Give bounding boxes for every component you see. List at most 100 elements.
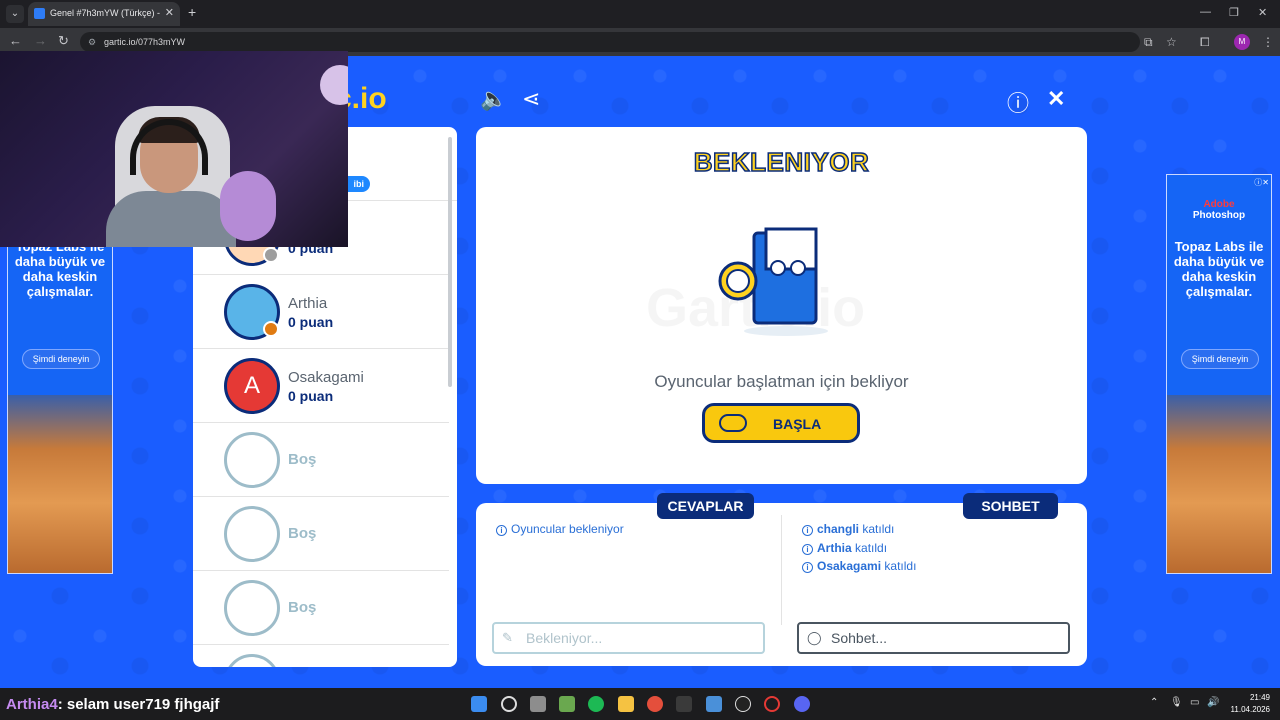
task-view-icon[interactable]	[530, 696, 546, 712]
answer-input[interactable]: ✎ Bekleniyor...	[492, 622, 765, 654]
opera-icon[interactable]	[764, 696, 780, 712]
spotify-icon[interactable]	[588, 696, 604, 712]
browser-menu-icon[interactable]: ⋮	[1262, 35, 1274, 49]
empty-avatar-icon	[224, 654, 280, 667]
pencil-icon: ✎	[502, 630, 513, 645]
minimize-icon[interactable]: —	[1200, 6, 1211, 18]
empty-avatar-icon	[224, 432, 280, 488]
ad-cta-button[interactable]: Şimdi deneyin	[1181, 349, 1259, 369]
chat-event-user: Arthia	[817, 541, 852, 555]
chat-event-action: katıldı	[884, 559, 917, 573]
new-tab-button[interactable]: +	[188, 4, 196, 20]
players-scrollbar[interactable]	[448, 137, 452, 387]
plush-toy	[220, 171, 276, 241]
start-button[interactable]: BAŞLA	[702, 403, 860, 443]
player-row[interactable]: Arthia 0 puan	[193, 275, 449, 349]
network-icon[interactable]: ▭	[1190, 697, 1199, 708]
sound-icon[interactable]: 🔈	[480, 86, 507, 112]
store-icon[interactable]	[559, 696, 575, 712]
forward-icon[interactable]: →	[34, 33, 47, 48]
player-avatar: A	[224, 358, 280, 414]
chrome-icon[interactable]	[647, 696, 663, 712]
search-icon[interactable]	[501, 696, 517, 712]
stream-chat-user: Arthia4	[6, 696, 58, 713]
clock-time: 21:49	[1249, 693, 1270, 702]
ad-banner-right[interactable]: ⓘ✕ Adobe Photoshop Topaz Labs ile daha bü…	[1166, 174, 1272, 574]
obs-icon[interactable]	[735, 696, 751, 712]
ad-copy: Topaz Labs ile daha büyük ve daha keskin…	[1173, 239, 1265, 299]
microphone-icon[interactable]: 🎙	[1170, 697, 1183, 708]
browser-tab[interactable]: Genel #7h3mYW (Türkçe) - Gar ✕	[28, 2, 180, 26]
tab-search-button[interactable]: ⌄	[6, 5, 24, 23]
ad-choices-icon[interactable]: ⓘ✕	[1254, 177, 1269, 188]
tray-expand-icon[interactable]: ⌃	[1150, 697, 1158, 708]
empty-slot: Boş	[193, 497, 449, 571]
streamer-body	[106, 191, 236, 247]
volume-icon[interactable]: 🔊	[1207, 697, 1219, 708]
chat-placeholder: Sohbet...	[831, 630, 888, 646]
install-app-icon[interactable]: ⧉	[1144, 35, 1153, 50]
player-status-dot	[263, 247, 279, 263]
panel-divider	[781, 515, 782, 625]
start-label: BAŞLA	[773, 416, 822, 432]
discord-icon[interactable]	[794, 696, 810, 712]
address-bar[interactable]: ⚙ gartic.io/077h3mYW	[80, 32, 1140, 52]
back-icon[interactable]: ←	[9, 33, 22, 48]
close-room-icon[interactable]: ✕	[1047, 86, 1065, 112]
waiting-message: Oyuncular başlatman için bekliyor	[654, 372, 909, 391]
tab-answers[interactable]: CEVAPLAR	[657, 493, 754, 519]
bookmark-star-icon[interactable]: ☆	[1166, 35, 1177, 49]
player-name: Arthia	[288, 295, 328, 312]
ad-copy: Topaz Labs ile daha büyük ve daha keskin…	[14, 239, 106, 299]
close-window-icon[interactable]: ✕	[1258, 6, 1267, 19]
profile-avatar[interactable]: M	[1234, 34, 1250, 50]
player-name: Osakagami	[288, 369, 364, 386]
empty-slot-label: Boş	[288, 451, 317, 468]
maximize-icon[interactable]: ❐	[1229, 6, 1239, 19]
extensions-icon[interactable]: ⧠	[1200, 35, 1210, 50]
app-icon[interactable]	[706, 696, 722, 712]
empty-avatar-icon	[224, 506, 280, 562]
browser-tab-bar: ⌄ Genel #7h3mYW (Türkçe) - Gar ✕ + — ❐ ✕	[0, 0, 1280, 28]
empty-slot-label: Boş	[288, 599, 317, 616]
chat-event: i changli katıldı	[802, 522, 894, 536]
file-explorer-icon[interactable]	[618, 696, 634, 712]
ad-cta-button[interactable]: Şimdi deneyin	[22, 349, 100, 369]
empty-slot: Boş	[193, 571, 449, 645]
taskbar: Arthia4: selam user719 fjhgajf ⌃ 🎙 ▭ 🔊 2…	[0, 688, 1280, 720]
chat-event-user: changli	[817, 522, 860, 536]
tab-favicon-icon	[34, 8, 45, 19]
chat-input[interactable]: ◯ Sohbet...	[797, 622, 1070, 654]
empty-slot	[193, 645, 449, 667]
player-status-dot	[263, 321, 279, 337]
empty-slot-label: Boş	[288, 525, 317, 542]
reload-icon[interactable]: ↻	[58, 33, 69, 49]
ad-cat-image	[8, 395, 112, 573]
player-row[interactable]: A Osakagami 0 puan	[193, 349, 449, 423]
windows-start-icon[interactable]	[471, 696, 487, 712]
streamer	[100, 113, 236, 247]
site-info-icon[interactable]: ⚙	[88, 32, 96, 52]
share-icon[interactable]: ⋖	[522, 86, 540, 112]
clock-date: 11.04.2026	[1230, 705, 1270, 714]
plush-toy	[320, 65, 348, 105]
empty-avatar-icon	[224, 580, 280, 636]
app-icon[interactable]	[676, 696, 692, 712]
empty-slot: Boş	[193, 423, 449, 497]
info-small-icon: i	[802, 562, 813, 573]
info-small-icon: i	[802, 544, 813, 555]
answers-info: i Oyuncular bekleniyor	[496, 522, 624, 536]
system-clock[interactable]: 21:49 11.04.2026	[1226, 692, 1270, 716]
tab-close-icon[interactable]: ✕	[165, 6, 174, 19]
ad-cat-image	[1167, 395, 1271, 573]
info-small-icon: i	[496, 525, 507, 536]
stream-chat-text: : selam user719 fjhgajf	[57, 696, 220, 713]
waiting-mascot-icon	[718, 227, 828, 336]
webcam-overlay	[0, 51, 348, 247]
info-icon[interactable]: ⓘ	[1007, 86, 1029, 118]
tab-chat[interactable]: SOHBET	[963, 493, 1058, 519]
gamepad-icon	[719, 414, 747, 432]
tab-title: Genel #7h3mYW (Türkçe) - Gar	[50, 8, 162, 18]
chat-event-action: katıldı	[862, 522, 895, 536]
player-points: 0 puan	[288, 388, 334, 404]
